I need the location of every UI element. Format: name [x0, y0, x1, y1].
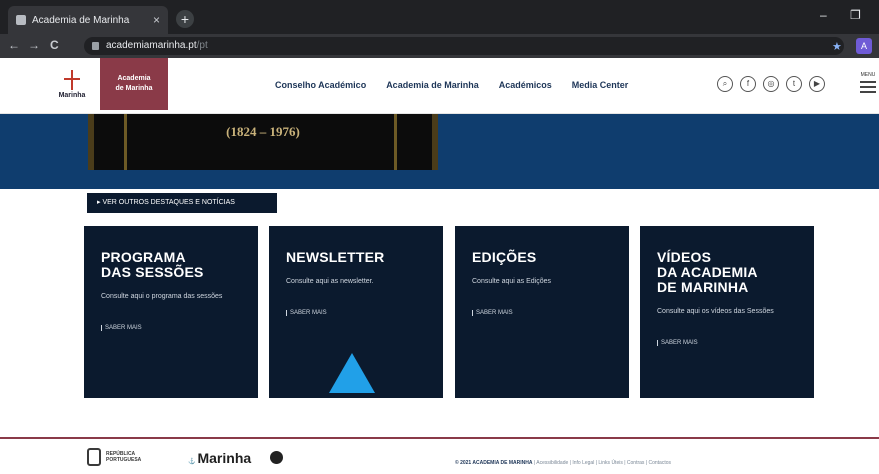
- bookmark-star-icon[interactable]: ★: [832, 40, 842, 53]
- restore-icon[interactable]: ❐: [850, 8, 861, 22]
- anchor-icon: [62, 70, 82, 92]
- marinha-footer-logo[interactable]: ⚓ Marinha: [188, 450, 251, 466]
- book-years: (1824 – 1976): [226, 124, 300, 139]
- menu-bar: [860, 86, 876, 88]
- brand-tab-label: Academia de Marinha: [115, 75, 153, 92]
- footer-links[interactable]: | Acessibilidade | Info Legal | Links Út…: [533, 460, 671, 466]
- card-title: NEWSLETTER: [286, 249, 385, 265]
- card-videos[interactable]: VÍDEOS DA ACADEMIA DE MARINHA Consulte a…: [640, 226, 814, 398]
- see-more-news-link[interactable]: ▸ VER OUTROS DESTAQUES E NOTÍCIAS: [87, 193, 277, 213]
- main-nav: Conselho Académico Academia de Marinha A…: [275, 80, 628, 90]
- book-spine-line: [124, 114, 127, 170]
- browser-tabstrip: Academia de Marinha × + – ❐: [0, 0, 879, 34]
- url-host: academiamarinha.pt: [106, 40, 197, 51]
- hero-banner: (1824 – 1976): [0, 114, 879, 189]
- cursor-arrow-icon: [329, 353, 375, 393]
- nav-academicos[interactable]: Académicos: [499, 80, 552, 90]
- card-more-link[interactable]: SABER MAIS: [657, 340, 698, 346]
- card-title: EDIÇÕES: [472, 249, 537, 265]
- twitter-icon[interactable]: t: [786, 76, 802, 92]
- social-links: ⌕ f ◎ t ▶: [717, 76, 825, 92]
- nav-academia-de-marinha[interactable]: Academia de Marinha: [386, 80, 479, 90]
- card-more-link[interactable]: SABER MAIS: [101, 325, 142, 331]
- rep-line-2: PORTUGUESA: [106, 457, 142, 463]
- new-tab-button[interactable]: +: [176, 10, 194, 28]
- menu-button[interactable]: MENU: [860, 72, 876, 93]
- nav-media-center[interactable]: Media Center: [572, 80, 629, 90]
- hero-book-image: (1824 – 1976): [88, 114, 438, 170]
- back-icon[interactable]: ←: [8, 38, 20, 52]
- card-description: Consulte aqui o programa das sessões: [101, 293, 223, 300]
- search-icon[interactable]: ⌕: [717, 76, 733, 92]
- anchor-small-icon: ⚓: [188, 459, 196, 465]
- card-title: VÍDEOS DA ACADEMIA DE MARINHA: [657, 249, 758, 295]
- profile-avatar[interactable]: A: [856, 38, 872, 54]
- republica-portuguesa-logo[interactable]: REPÚBLICA PORTUGUESA: [87, 448, 141, 466]
- marinha-logo[interactable]: Marinha: [48, 68, 96, 112]
- card-more-link[interactable]: SABER MAIS: [472, 310, 513, 316]
- lock-icon: [92, 42, 99, 50]
- site-header: Marinha Academia de Marinha Conselho Aca…: [0, 58, 879, 114]
- academia-brand-tab[interactable]: Academia de Marinha: [100, 58, 168, 110]
- address-bar[interactable]: academiamarinha.pt/pt: [84, 37, 844, 55]
- card-description: Consulte aqui as newsletter.: [286, 278, 374, 285]
- card-more-link[interactable]: SABER MAIS: [286, 310, 327, 316]
- menu-bar: [860, 91, 876, 93]
- tab-close-icon[interactable]: ×: [153, 13, 160, 27]
- nav-conselho-academico[interactable]: Conselho Académico: [275, 80, 366, 90]
- card-description: Consulte aqui os vídeos das Sessões: [657, 308, 774, 315]
- url-path: /pt: [196, 40, 208, 51]
- browser-tab[interactable]: Academia de Marinha ×: [8, 6, 168, 34]
- favicon-icon: [16, 15, 26, 25]
- tab-title: Academia de Marinha: [32, 14, 130, 26]
- copyright-label: © 2021 ACADEMIA DE MARINHA: [455, 460, 533, 466]
- site-footer: REPÚBLICA PORTUGUESA ⚓ Marinha © 2021 ACA…: [0, 439, 879, 474]
- facebook-icon[interactable]: f: [740, 76, 756, 92]
- book-spine-line: [394, 114, 397, 170]
- logo-text: Marinha: [58, 92, 86, 99]
- card-title: PROGRAMA DAS SESSÕES: [101, 249, 204, 280]
- browser-toolbar: ← → C academiamarinha.pt/pt ★ A: [0, 34, 879, 58]
- forward-icon[interactable]: →: [28, 38, 40, 52]
- youtube-icon[interactable]: ▶: [809, 76, 825, 92]
- instagram-icon[interactable]: ◎: [763, 76, 779, 92]
- minimize-icon[interactable]: –: [820, 8, 827, 22]
- card-programa-sessoes[interactable]: PROGRAMA DAS SESSÕES Consulte aqui o pro…: [84, 226, 258, 398]
- reload-icon[interactable]: C: [50, 38, 59, 52]
- republic-emblem-icon: [87, 448, 101, 466]
- menu-bar: [860, 81, 876, 83]
- partner-logo-icon[interactable]: [270, 451, 283, 464]
- card-description: Consulte aqui as Edições: [472, 278, 551, 285]
- footer-copyright: © 2021 ACADEMIA DE MARINHA | Acessibilid…: [455, 460, 671, 466]
- card-edicoes[interactable]: EDIÇÕES Consulte aqui as Edições SABER M…: [455, 226, 629, 398]
- menu-label: MENU: [860, 72, 876, 78]
- marinha-footer-text: Marinha: [197, 450, 252, 466]
